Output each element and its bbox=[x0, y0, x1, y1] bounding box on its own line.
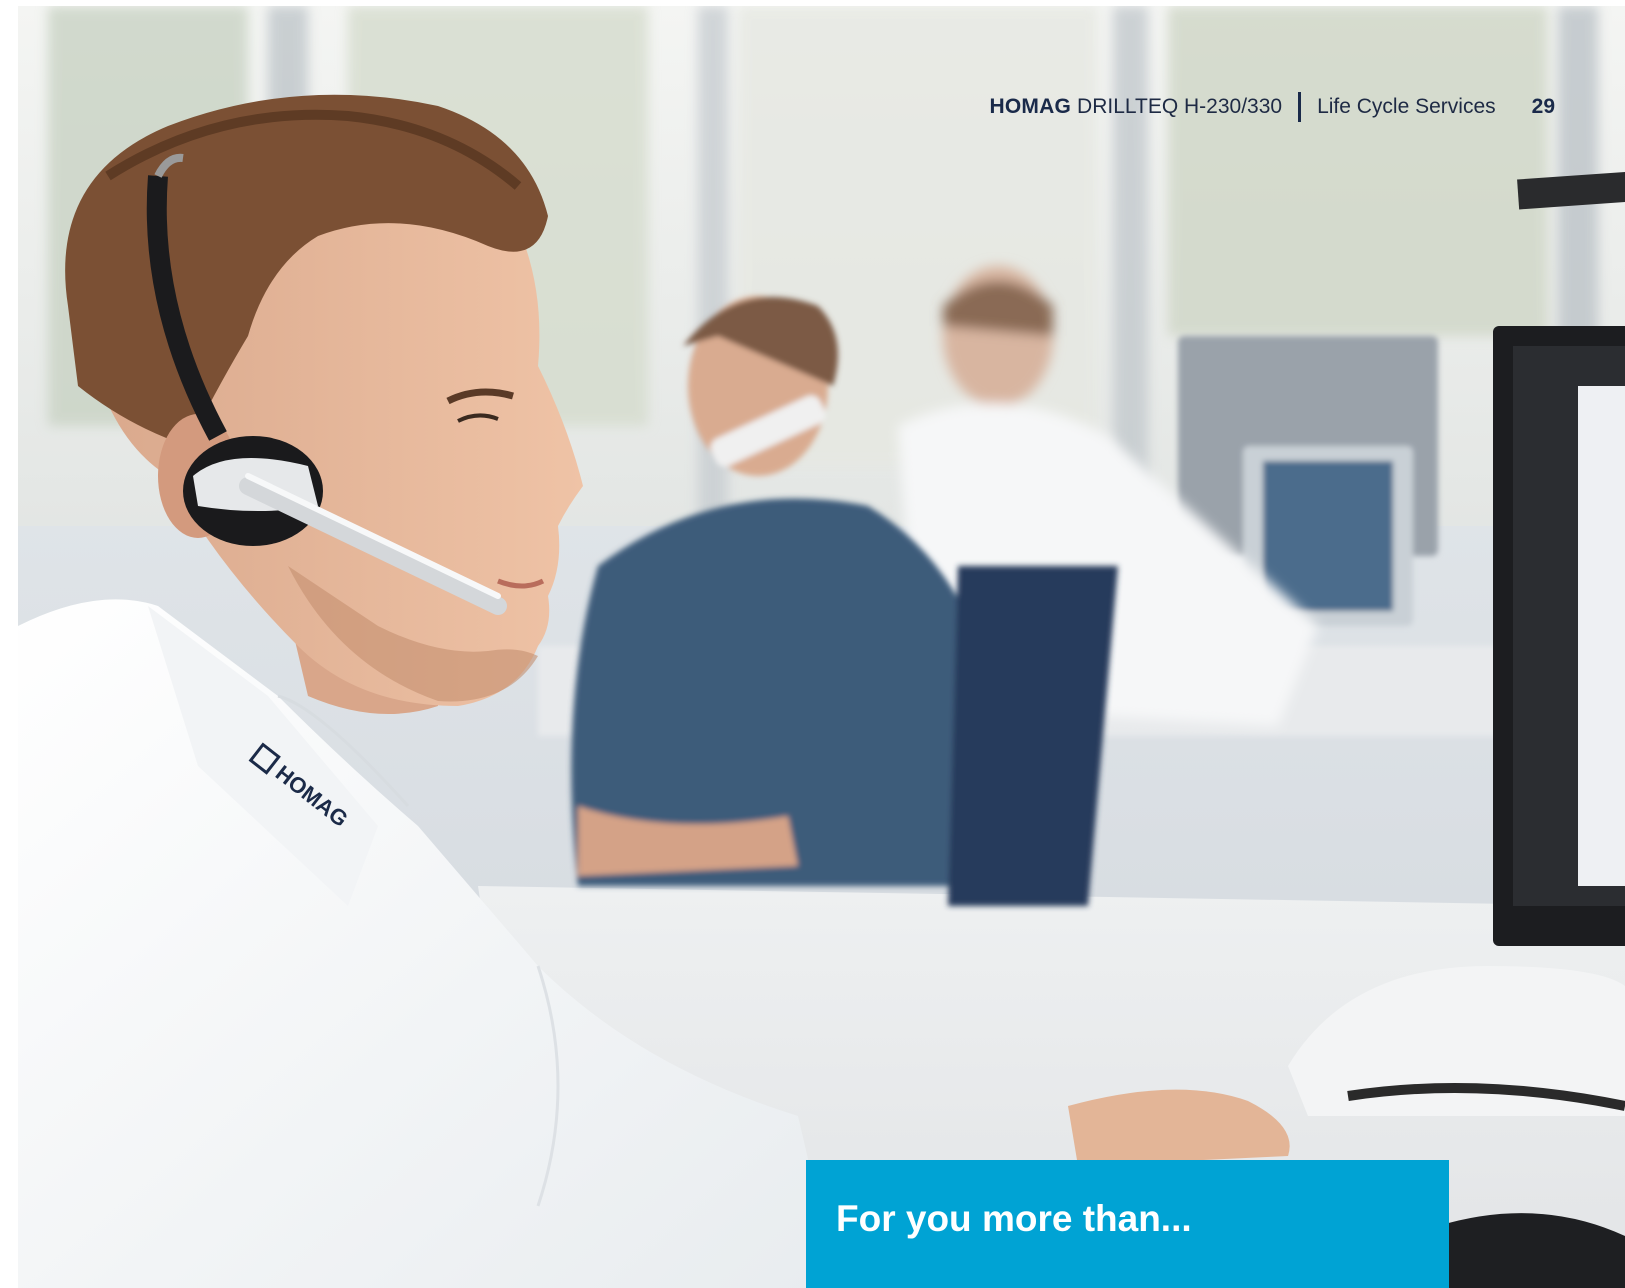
section-title: Life Cycle Services bbox=[1317, 95, 1496, 118]
header-divider bbox=[1298, 92, 1302, 122]
brand-name: HOMAG bbox=[989, 95, 1072, 118]
product-name: DRILLTEQ H-230/330 bbox=[1077, 95, 1283, 118]
page-header: HOMAG DRILLTEQ H-230/330 Life Cycle Serv… bbox=[990, 92, 1555, 122]
office-scene-illustration: HOMAG bbox=[18, 6, 1625, 1288]
tagline-text: For you more than... bbox=[836, 1198, 1192, 1239]
office-photo: HOMAG bbox=[18, 6, 1625, 1288]
page-number: 29 bbox=[1531, 95, 1555, 118]
tagline-banner: For you more than... bbox=[806, 1160, 1449, 1288]
